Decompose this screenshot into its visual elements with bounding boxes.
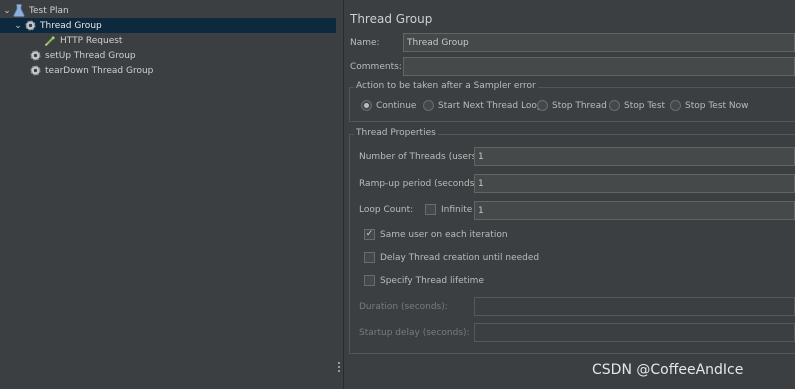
thread-properties-group [349, 134, 795, 354]
comments-field[interactable] [403, 57, 795, 76]
loop-count-field[interactable] [474, 201, 795, 220]
loop-count-label: Loop Count: [359, 205, 414, 215]
checkbox-label: Delay Thread creation until needed [380, 252, 540, 263]
num-threads-field[interactable] [474, 147, 795, 166]
same-user-checkbox[interactable]: ✓ Same user on each iteration [364, 229, 508, 240]
watermark-text: CSDN @CoffeeAndIce [592, 362, 744, 378]
thread-properties-title: Thread Properties [354, 128, 438, 138]
radio-label: Stop Thread [552, 100, 607, 111]
tree-node-label: tearDown Thread Group [45, 65, 154, 76]
tree-node-label: setUp Thread Group [45, 50, 136, 61]
startup-delay-field[interactable] [474, 323, 795, 342]
radio-start-next-thread-loop[interactable]: Start Next Thread Loop [423, 100, 543, 111]
infinite-checkbox[interactable]: Infinite [425, 204, 472, 215]
thread-group-panel: Thread Group Name: Comments: Action to b… [344, 0, 795, 389]
rampup-label: Ramp-up period (seconds): [359, 179, 481, 189]
comments-label: Comments: [350, 62, 402, 72]
gear-icon [28, 64, 42, 78]
specify-thread-lifetime-checkbox[interactable]: Specify Thread lifetime [364, 275, 484, 286]
checkbox-unchecked-icon [364, 275, 375, 286]
chevron-down-icon[interactable]: ⌄ [2, 6, 12, 16]
pipette-icon [43, 34, 57, 48]
radio-unselected-icon [670, 100, 681, 111]
radio-label: Stop Test [624, 100, 666, 111]
tree-node-label: Thread Group [40, 20, 102, 31]
tree-node-label: HTTP Request [60, 35, 123, 46]
tree-node-thread-group[interactable]: ⌄ Thread Group [0, 18, 336, 33]
tree-node-setup-thread-group[interactable]: setUp Thread Group [28, 48, 136, 63]
radio-unselected-icon [609, 100, 620, 111]
flask-icon [12, 4, 26, 18]
radio-label: Stop Test Now [685, 100, 749, 111]
checkbox-unchecked-icon [425, 204, 436, 215]
radio-label: Start Next Thread Loop [438, 100, 543, 111]
radio-label: Continue [376, 100, 417, 111]
tree-node-label: Test Plan [29, 5, 69, 16]
radio-stop-test-now[interactable]: Stop Test Now [670, 100, 749, 111]
rampup-field[interactable] [474, 174, 795, 193]
checkbox-label: Infinite [441, 204, 473, 215]
radio-unselected-icon [537, 100, 548, 111]
radio-stop-test[interactable]: Stop Test [609, 100, 665, 111]
delay-thread-creation-checkbox[interactable]: Delay Thread creation until needed [364, 252, 539, 263]
radio-continue[interactable]: Continue [361, 100, 416, 111]
drag-handle-icon[interactable] [338, 362, 341, 372]
test-plan-tree: ⌄ Test Plan ⌄ Thread Group HTTP Request … [0, 0, 336, 389]
tree-node-teardown-thread-group[interactable]: tearDown Thread Group [28, 63, 153, 78]
startup-delay-label: Startup delay (seconds): [359, 328, 470, 338]
panel-title: Thread Group [350, 12, 433, 26]
duration-label: Duration (seconds): [359, 302, 448, 312]
name-field[interactable] [403, 33, 795, 52]
radio-selected-icon [361, 100, 372, 111]
sampler-error-title: Action to be taken after a Sampler error [354, 81, 538, 91]
checkbox-label: Same user on each iteration [380, 229, 508, 240]
checkbox-checked-icon: ✓ [364, 229, 375, 240]
gear-icon [23, 19, 37, 33]
duration-field[interactable] [474, 297, 795, 316]
num-threads-label: Number of Threads (users): [359, 152, 483, 162]
gear-icon [28, 49, 42, 63]
checkbox-label: Specify Thread lifetime [380, 275, 484, 286]
checkbox-unchecked-icon [364, 252, 375, 263]
radio-unselected-icon [423, 100, 434, 111]
radio-stop-thread[interactable]: Stop Thread [537, 100, 607, 111]
tree-node-http-request[interactable]: HTTP Request [43, 33, 122, 48]
tree-node-test-plan[interactable]: ⌄ Test Plan [2, 3, 336, 18]
name-label: Name: [350, 38, 380, 48]
split-pane-divider[interactable] [336, 0, 344, 389]
chevron-down-icon[interactable]: ⌄ [13, 21, 23, 31]
